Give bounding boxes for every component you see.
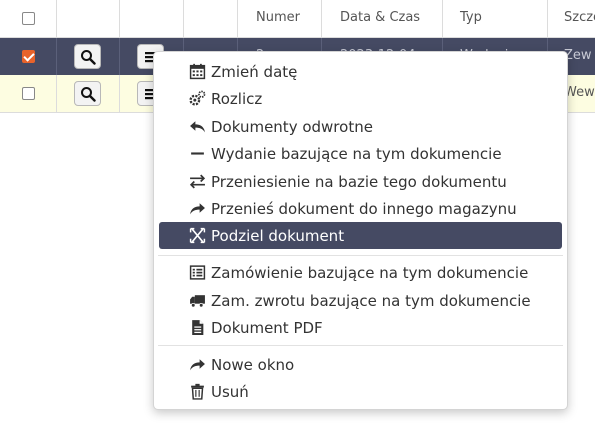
menu-item-issue-based[interactable]: Wydanie bazujące na tym dokumencie (159, 140, 562, 167)
reply-icon (190, 121, 205, 133)
menu-item-order-based[interactable]: Zamówienie bazujące na tym dokumencie (159, 259, 562, 286)
menu-item-label: Przenieś dokument do innego magazynu (211, 200, 517, 218)
minus-icon (191, 152, 204, 155)
column-header-date: Data & Czas (340, 10, 421, 25)
menu-item-label: Zamówienie bazujące na tym dokumencie (211, 264, 529, 282)
row-select-cell (0, 75, 57, 112)
header-col-date[interactable]: Data & Czas (322, 0, 443, 37)
menu-item-label: Zam. zwrotu bazujące na tym dokumencie (211, 292, 531, 310)
menu-item-delete[interactable]: Usuń (159, 378, 562, 405)
menu-item-new-window[interactable]: Nowe okno (159, 351, 562, 378)
trash-icon (191, 383, 204, 400)
split-icon (189, 227, 206, 244)
share-icon (190, 203, 205, 215)
header-col-1 (57, 0, 120, 37)
header-col-2 (120, 0, 184, 37)
menu-item-label: Rozlicz (211, 90, 263, 108)
calendar-icon (189, 63, 206, 80)
column-header-details: Szcze (564, 10, 595, 25)
header-col-details[interactable]: Szcze (548, 0, 595, 37)
select-all-checkbox[interactable] (22, 12, 35, 25)
menu-item-label: Wydanie bazujące na tym dokumencie (211, 145, 502, 163)
menu-divider (158, 345, 563, 346)
menu-item-return-order-based[interactable]: Zam. zwrotu bazujące na tym dokumencie (159, 287, 562, 314)
menu-item-move-to-warehouse[interactable]: Przenieś dokument do innego magazynu (159, 195, 562, 222)
column-header-type: Typ (460, 10, 482, 25)
menu-item-label: Dokumenty odwrotne (211, 118, 373, 136)
row-checkbox[interactable] (22, 87, 35, 100)
header-col-type[interactable]: Typ (443, 0, 548, 37)
preview-button[interactable] (74, 44, 101, 69)
menu-item-label: Nowe okno (211, 356, 295, 374)
preview-button[interactable] (74, 81, 101, 106)
row-select-cell (0, 38, 57, 75)
menu-item-transfer-based[interactable]: Przeniesienie na bazie tego dokumentu (159, 168, 562, 195)
search-icon (81, 87, 96, 102)
truck-icon (190, 295, 205, 308)
exchange-icon (189, 174, 206, 189)
row-preview-cell (57, 75, 120, 112)
menu-item-change-date[interactable]: Zmień datę (159, 58, 562, 85)
menu-item-split-document[interactable]: Podziel dokument (159, 222, 562, 249)
menu-item-label: Dokument PDF (211, 319, 323, 337)
header-select-cell (0, 0, 57, 37)
file-icon (192, 320, 204, 335)
menu-item-settle[interactable]: Rozlicz (159, 85, 562, 112)
row-context-menu: Zmień datę Rozlicz Dokumenty odwrotne Wy… (153, 51, 568, 410)
row-details: Wew (564, 85, 595, 100)
row-checkbox[interactable] (22, 50, 35, 63)
row-details: Zew (564, 48, 592, 63)
gears-icon (189, 90, 206, 106)
menu-item-label: Przeniesienie na bazie tego dokumentu (211, 173, 507, 191)
column-header-number: Numer (256, 10, 300, 25)
menu-item-label: Podziel dokument (211, 227, 345, 245)
menu-item-reverse-documents[interactable]: Dokumenty odwrotne (159, 113, 562, 140)
header-col-number[interactable]: Numer (238, 0, 322, 37)
menu-divider (158, 255, 563, 256)
share-icon (190, 359, 205, 371)
menu-item-label: Usuń (211, 383, 249, 401)
search-icon (81, 50, 96, 65)
menu-item-label: Zmień datę (211, 63, 298, 81)
list-alt-icon (189, 265, 206, 280)
table-header: Numer Data & Czas Typ Szcze (0, 0, 595, 38)
row-preview-cell (57, 38, 120, 75)
menu-item-pdf-document[interactable]: Dokument PDF (159, 314, 562, 341)
header-col-3 (184, 0, 238, 37)
